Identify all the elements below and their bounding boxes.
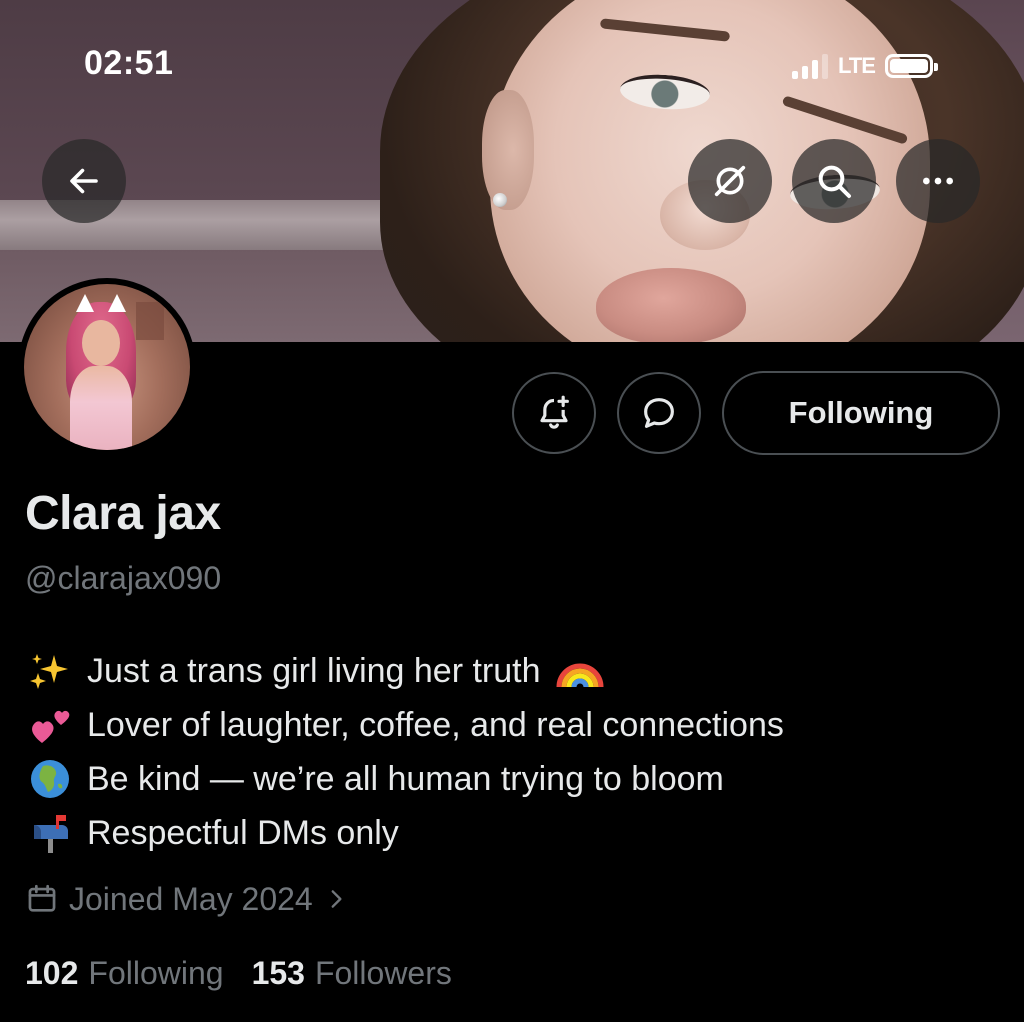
grok-icon [714,165,746,197]
display-name: Clara jax [25,487,221,540]
message-bubble-icon [644,398,674,428]
following-count[interactable]: 102 [25,955,78,992]
more-horizontal-icon [923,177,953,185]
signal-icon [792,53,828,79]
avatar-image [24,284,190,450]
following-label[interactable]: Following [88,955,223,992]
mailbox-flag-icon [25,813,75,853]
rainbow-icon [555,651,605,691]
user-handle: @clarajax090 [25,560,222,596]
back-button[interactable] [42,139,126,223]
battery-icon [884,54,938,78]
followers-label[interactable]: Followers [315,955,452,992]
grok-button[interactable] [688,139,772,223]
network-label: LTE [838,53,876,78]
sparkles-icon [25,651,75,691]
bio-text: Respectful DMs only [87,813,399,852]
bio-text: Lover of laughter, coffee, and real conn… [87,705,784,744]
two-hearts-icon [25,705,75,745]
status-indicators: LTE [792,48,938,84]
banner-ear [482,90,534,210]
followers-count[interactable]: 153 [252,955,305,992]
avatar[interactable] [18,278,196,456]
arrow-left-icon [70,168,98,194]
globe-africa-icon [25,759,75,799]
bio-text: Just a trans girl living her truth [87,651,541,690]
bio-line: Just a trans girl living her truth [25,644,1005,698]
joined-label: Joined May 2024 [69,880,313,917]
profile-bio: Just a trans girl living her truth Lover… [25,644,1005,860]
following-button[interactable]: Following [722,371,1000,455]
more-button[interactable] [896,139,980,223]
calendar-icon [28,884,56,912]
banner-earring [493,193,507,207]
search-button[interactable] [792,139,876,223]
profile-screen: 02:51 LTE Following Clara jax @clarajax0… [0,0,1024,1022]
search-icon [818,165,851,198]
bio-line: Be kind — we’re all human trying to bloo… [25,752,1005,806]
banner-lips [596,268,746,342]
joined-date[interactable]: Joined May 2024 [25,876,349,922]
follow-stats: 102 Following 153 Followers [25,950,480,996]
message-button[interactable] [617,372,701,454]
status-time: 02:51 [84,44,174,82]
bio-line: Respectful DMs only [25,806,1005,860]
bio-line: Lover of laughter, coffee, and real conn… [25,698,1005,752]
bell-plus-icon [540,395,569,429]
chevron-right-icon [331,890,342,908]
notifications-button[interactable] [512,372,596,454]
bio-text: Be kind — we’re all human trying to bloo… [87,759,724,798]
